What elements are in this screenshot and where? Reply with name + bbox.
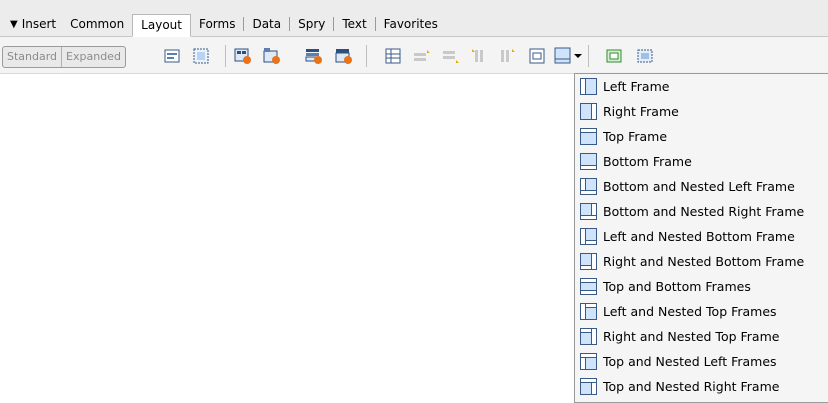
- toolbar-separator: [366, 45, 367, 67]
- menu-item-top-bottom-frames[interactable]: Top and Bottom Frames: [575, 274, 828, 299]
- standard-mode-table-icon[interactable]: [605, 46, 625, 66]
- left-nested-bottom-frame-icon: [580, 228, 597, 245]
- tab-spry[interactable]: Spry: [290, 13, 333, 35]
- tab-favorites[interactable]: Favorites: [376, 13, 446, 35]
- menu-item-right-frame[interactable]: Right Frame: [575, 99, 828, 124]
- tab-layout[interactable]: Layout: [132, 13, 191, 37]
- standard-mode-button[interactable]: Standard: [3, 47, 61, 67]
- menu-item-left-frame[interactable]: Left Frame: [575, 74, 828, 99]
- menu-item-label: Bottom and Nested Right Frame: [603, 204, 805, 219]
- top-bottom-frames-icon: [580, 278, 597, 295]
- menu-item-left-nested-bottom-frame[interactable]: Left and Nested Bottom Frame: [575, 224, 828, 249]
- insert-row-above-icon: [412, 46, 432, 66]
- frames-icon[interactable]: [553, 46, 573, 66]
- menu-item-label: Bottom Frame: [603, 154, 692, 169]
- menu-item-label: Left Frame: [603, 79, 670, 94]
- menu-item-label: Top and Nested Right Frame: [603, 379, 780, 394]
- menu-item-label: Right and Nested Top Frame: [603, 329, 780, 344]
- right-nested-bottom-frame-icon: [580, 253, 597, 270]
- right-nested-top-frame-icon: [580, 328, 597, 345]
- spry-menu-bar-icon[interactable]: [233, 46, 253, 66]
- tab-text[interactable]: Text: [334, 13, 374, 35]
- layout-toolbar: Standard Expanded: [0, 37, 828, 74]
- menu-item-label: Bottom and Nested Left Frame: [603, 179, 795, 194]
- left-nested-top-frames-icon: [580, 303, 597, 320]
- layout-mode-toggle: Standard Expanded: [2, 46, 126, 68]
- menu-item-right-nested-bottom-frame[interactable]: Right and Nested Bottom Frame: [575, 249, 828, 274]
- tab-common[interactable]: Common: [62, 13, 132, 35]
- menu-item-bottom-nested-left-frame[interactable]: Bottom and Nested Left Frame: [575, 174, 828, 199]
- insert-column-left-icon: [470, 46, 490, 66]
- menu-item-label: Left and Nested Top Frames: [603, 304, 777, 319]
- right-frame-icon: [580, 103, 597, 120]
- table-icon[interactable]: [383, 46, 403, 66]
- left-frame-icon: [580, 78, 597, 95]
- menu-item-label: Right Frame: [603, 104, 679, 119]
- toolbar-separator: [225, 45, 226, 67]
- menu-item-top-nested-right-frame[interactable]: Top and Nested Right Frame: [575, 374, 828, 399]
- panel-title[interactable]: ▼ Insert: [0, 17, 62, 31]
- bottom-frame-icon: [580, 153, 597, 170]
- menu-item-right-nested-top-frame[interactable]: Right and Nested Top Frame: [575, 324, 828, 349]
- insert-row-below-icon: [441, 46, 461, 66]
- top-nested-left-frames-icon: [580, 353, 597, 370]
- tab-row: ▼ Insert Common Layout Forms Data Spry T…: [0, 13, 828, 37]
- expanded-mode-button[interactable]: Expanded: [61, 47, 125, 67]
- menu-item-label: Top and Bottom Frames: [603, 279, 751, 294]
- top-frame-icon: [580, 128, 597, 145]
- menu-item-label: Right and Nested Bottom Frame: [603, 254, 805, 269]
- bottom-nested-right-frame-icon: [580, 203, 597, 220]
- insert-column-right-icon: [498, 46, 518, 66]
- panel-title-label: Insert: [21, 17, 57, 31]
- menu-item-left-nested-top-frames[interactable]: Left and Nested Top Frames: [575, 299, 828, 324]
- frames-dropdown-arrow-icon[interactable]: [572, 46, 584, 66]
- menu-item-top-frame[interactable]: Top Frame: [575, 124, 828, 149]
- spry-tabbed-panels-icon[interactable]: [262, 46, 282, 66]
- collapse-arrow-icon[interactable]: ▼: [10, 19, 18, 30]
- spry-accordion-icon[interactable]: [304, 46, 324, 66]
- insert-panel-header: ▼ Insert Common Layout Forms Data Spry T…: [0, 0, 828, 37]
- toolbar-separator: [588, 45, 589, 67]
- menu-item-bottom-frame[interactable]: Bottom Frame: [575, 149, 828, 174]
- menu-item-label: Top and Nested Left Frames: [603, 354, 777, 369]
- iframe-icon[interactable]: [527, 46, 547, 66]
- menu-item-bottom-nested-right-frame[interactable]: Bottom and Nested Right Frame: [575, 199, 828, 224]
- frames-dropdown-menu: Left Frame Right Frame Top Frame Bottom …: [574, 73, 828, 403]
- draw-ap-div-icon[interactable]: [191, 46, 211, 66]
- tab-forms[interactable]: Forms: [191, 13, 243, 35]
- bottom-nested-left-frame-icon: [580, 178, 597, 195]
- menu-item-label: Left and Nested Bottom Frame: [603, 229, 795, 244]
- layout-cell-icon[interactable]: [636, 46, 656, 66]
- menu-item-label: Top Frame: [603, 129, 668, 144]
- insert-div-icon[interactable]: [162, 46, 182, 66]
- spry-collapsible-panel-icon[interactable]: [334, 46, 354, 66]
- menu-item-top-nested-left-frames[interactable]: Top and Nested Left Frames: [575, 349, 828, 374]
- tab-data[interactable]: Data: [244, 13, 289, 35]
- top-nested-right-frame-icon: [580, 378, 597, 395]
